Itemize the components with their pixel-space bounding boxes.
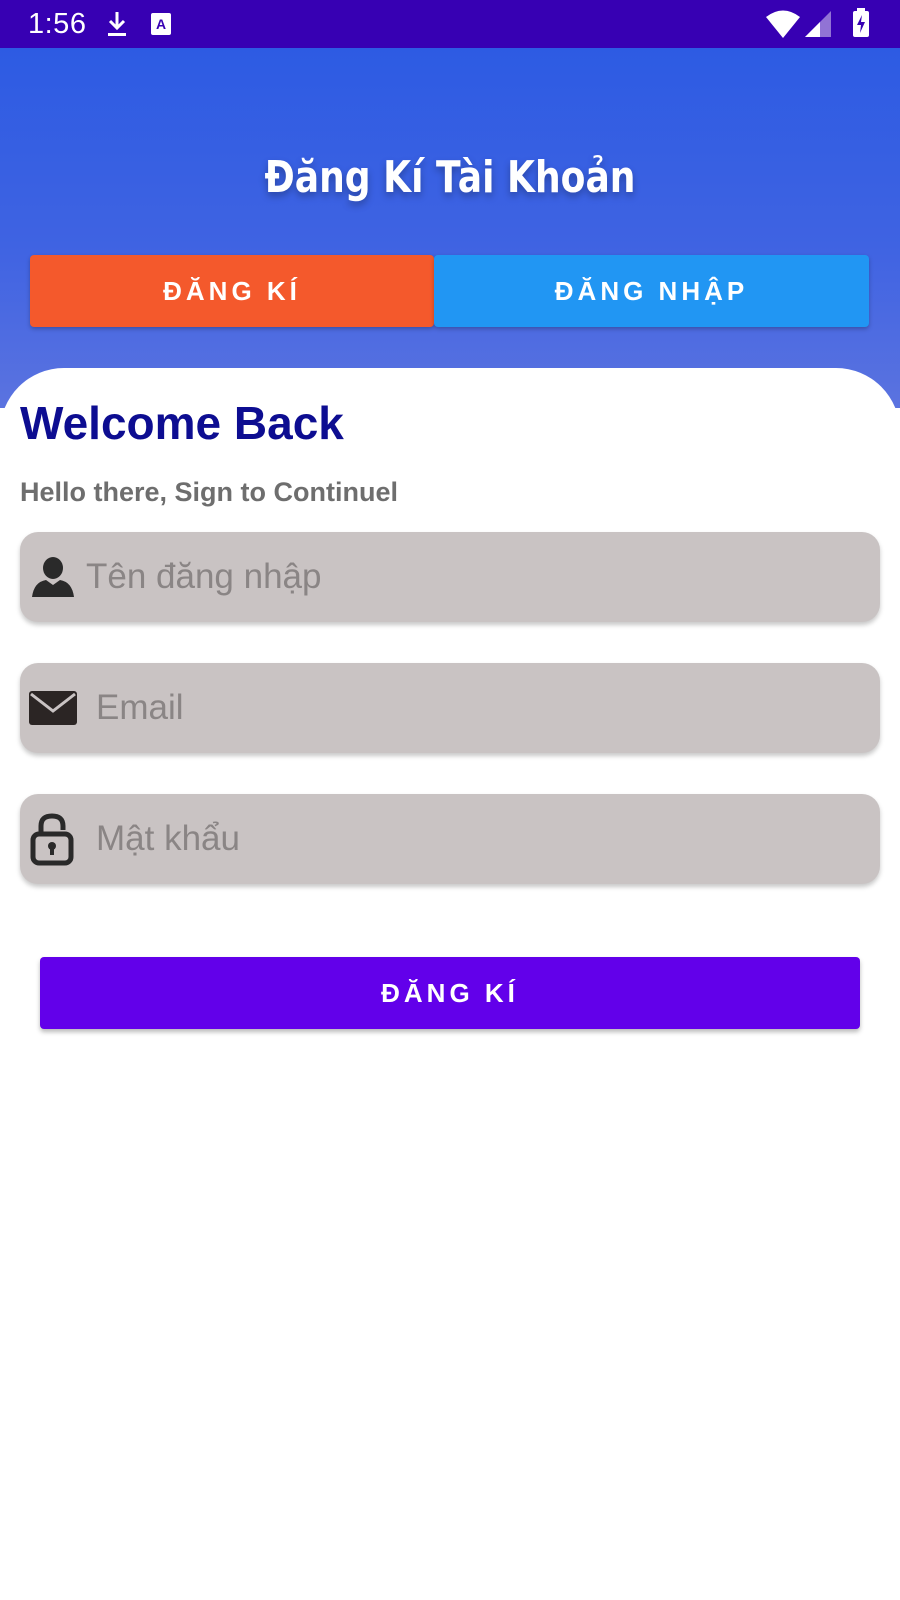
status-time: 1:56 xyxy=(28,8,87,40)
form-heading: Welcome Back xyxy=(20,397,344,449)
email-input[interactable] xyxy=(96,663,860,753)
download-icon xyxy=(108,12,126,36)
envelope-icon xyxy=(29,691,77,725)
lock-icon xyxy=(30,813,74,866)
page-title: Đăng Kí Tài Khoản xyxy=(264,152,636,203)
user-icon xyxy=(32,557,74,597)
register-button[interactable]: ĐĂNG KÍ xyxy=(40,957,860,1029)
email-field[interactable] xyxy=(20,663,880,753)
form-subheading: Hello there, Sign to Continuel xyxy=(20,477,398,507)
svg-text:A: A xyxy=(156,16,166,32)
tab-login[interactable]: ĐĂNG NHẬP xyxy=(434,255,869,327)
username-field[interactable] xyxy=(20,532,880,622)
signal-icon xyxy=(805,11,831,37)
status-bar: 1:56 A xyxy=(0,0,900,48)
username-input[interactable] xyxy=(86,532,860,622)
text-icon: A xyxy=(151,13,171,35)
battery-icon xyxy=(853,8,869,37)
header-background xyxy=(0,48,900,408)
password-field[interactable] xyxy=(20,794,880,884)
wifi-icon xyxy=(766,10,800,38)
tab-register[interactable]: ĐĂNG KÍ xyxy=(30,255,434,327)
password-input[interactable] xyxy=(96,794,860,884)
